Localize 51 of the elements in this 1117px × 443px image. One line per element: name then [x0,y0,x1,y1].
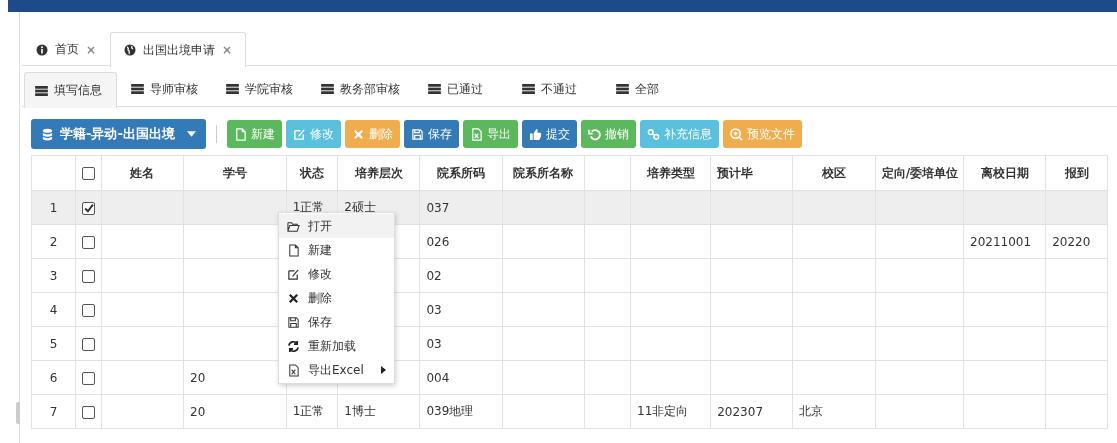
table-cell: 037 [426,200,450,215]
menu-item[interactable]: 重新加载 [279,334,394,358]
table-cell: 02 [426,268,442,283]
menu-item[interactable]: 导出Excel [279,358,394,382]
column-header[interactable]: 校区 [822,165,846,180]
status-tab[interactable]: 全部 [606,72,696,106]
page-tab[interactable]: 出国出境申请 × [110,32,247,67]
table-cell: 03 [426,302,442,317]
table-cell: 20220 [1052,234,1091,249]
menu-item[interactable]: 修改 [279,262,394,286]
table-cell: 026 [426,234,450,249]
column-header[interactable]: 姓名 [130,165,155,180]
table-cell: 039地理 [426,404,474,418]
table-cell: 北京 [799,404,824,418]
status-tab[interactable]: 学院审核 [216,72,307,106]
table-cell: 004 [426,370,450,385]
status-tab[interactable]: 导师审核 [121,72,212,106]
table-cell: 20211001 [970,234,1032,249]
table-cell: 1正常 [292,404,325,418]
row-number: 1 [49,200,58,215]
toolbar-button[interactable]: 保存 [403,120,459,148]
menu-item[interactable]: 打开 [279,214,394,238]
row-number: 4 [49,302,58,317]
close-icon[interactable]: × [86,42,97,57]
table-cell: 202307 [717,404,764,419]
menu-item[interactable]: 新建 [279,238,394,262]
table-cell: 2硕士 [344,200,376,214]
status-tab[interactable]: 不通过 [512,72,602,106]
row-number: 2 [49,234,58,249]
row-number: 3 [49,268,58,283]
column-header[interactable]: 报到 [1064,165,1089,180]
menu-item[interactable]: 保存 [279,310,394,334]
module-dropdown[interactable]: 学籍-异动-出国出境 [31,119,206,149]
status-tab[interactable]: 教务部审核 [311,72,414,106]
page-tab[interactable]: 首页 × [22,32,111,66]
toolbar-button[interactable]: 提交 [521,120,577,148]
status-tab[interactable]: 填写信息 [24,72,117,108]
table-cell: 20 [190,370,206,385]
menu-item[interactable]: 删除 [279,286,394,310]
row-number: 7 [49,404,58,419]
column-header[interactable]: 预计毕 [717,165,754,180]
table-cell: 11非定向 [637,404,689,418]
row-number: 6 [49,370,58,385]
table-cell: 1博士 [344,404,376,418]
status-tab[interactable]: 已通过 [418,72,508,106]
table-cell: 20 [190,404,206,419]
row-number: 5 [49,336,58,351]
table-cell: 1正常 [292,200,325,214]
close-icon[interactable]: × [222,43,233,57]
column-header[interactable]: 学号 [222,165,247,180]
table-cell: 03 [426,336,442,351]
